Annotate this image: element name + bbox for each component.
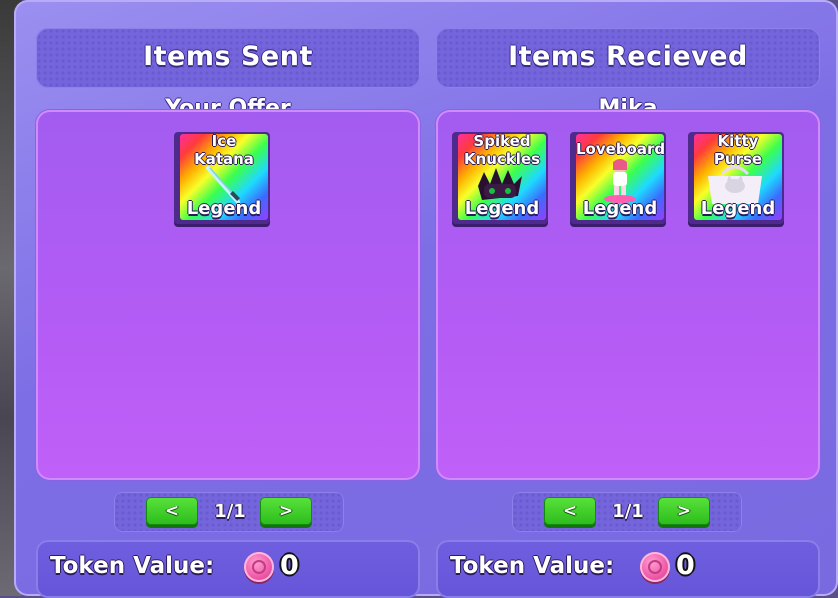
- page-indicator: 1/1: [612, 501, 644, 522]
- token-value-label: Token Value:: [50, 553, 215, 579]
- item-card-kitty-purse[interactable]: Kitty Purse Legend: [688, 132, 784, 224]
- items-sent-header: Items Sent: [36, 28, 420, 88]
- token-coin-icon: [244, 552, 274, 582]
- token-value-amount: 0: [676, 550, 695, 581]
- item-rarity: Legend: [700, 198, 776, 219]
- left-chevron-icon: <: [562, 501, 578, 521]
- next-page-button[interactable]: >: [658, 497, 710, 525]
- received-token-value-bar: Token Value: 0: [436, 540, 820, 598]
- token-value-label: Token Value:: [450, 553, 615, 579]
- items-received-title: Items Recieved: [508, 41, 748, 72]
- items-received-header: Items Recieved: [436, 28, 820, 88]
- left-chevron-icon: <: [164, 501, 180, 521]
- sent-pager: < 1/1 >: [114, 492, 344, 532]
- received-pager: < 1/1 >: [512, 492, 742, 532]
- items-sent-title: Items Sent: [143, 41, 313, 72]
- item-name: Spiked Knuckles: [463, 132, 541, 168]
- item-name: Ice Katana: [194, 132, 254, 168]
- token-value-amount: 0: [280, 550, 299, 581]
- next-page-button[interactable]: >: [260, 497, 312, 525]
- item-rarity: Legend: [582, 198, 658, 219]
- sent-token-value-bar: Token Value: 0: [36, 540, 420, 598]
- trade-window: Items Sent Your Offer Ice Katana Legend …: [14, 0, 838, 598]
- item-name: Kitty Purse: [713, 132, 763, 168]
- your-offer-panel: Ice Katana Legend: [36, 110, 420, 480]
- item-card-spiked-knuckles[interactable]: Spiked Knuckles Legend: [452, 132, 548, 224]
- item-card-ice-katana[interactable]: Ice Katana Legend: [174, 132, 270, 224]
- item-name: Loveboard: [576, 140, 666, 158]
- prev-page-button[interactable]: <: [544, 497, 596, 525]
- prev-page-button[interactable]: <: [146, 497, 198, 525]
- right-chevron-icon: >: [676, 501, 692, 521]
- partner-offer-panel: Spiked Knuckles Legend Loveboard Legend: [436, 110, 820, 480]
- token-coin-icon: [640, 552, 670, 582]
- item-rarity: Legend: [186, 198, 262, 219]
- right-chevron-icon: >: [278, 501, 294, 521]
- item-rarity: Legend: [464, 198, 540, 219]
- item-card-loveboard[interactable]: Loveboard Legend: [570, 132, 666, 224]
- page-indicator: 1/1: [214, 501, 246, 522]
